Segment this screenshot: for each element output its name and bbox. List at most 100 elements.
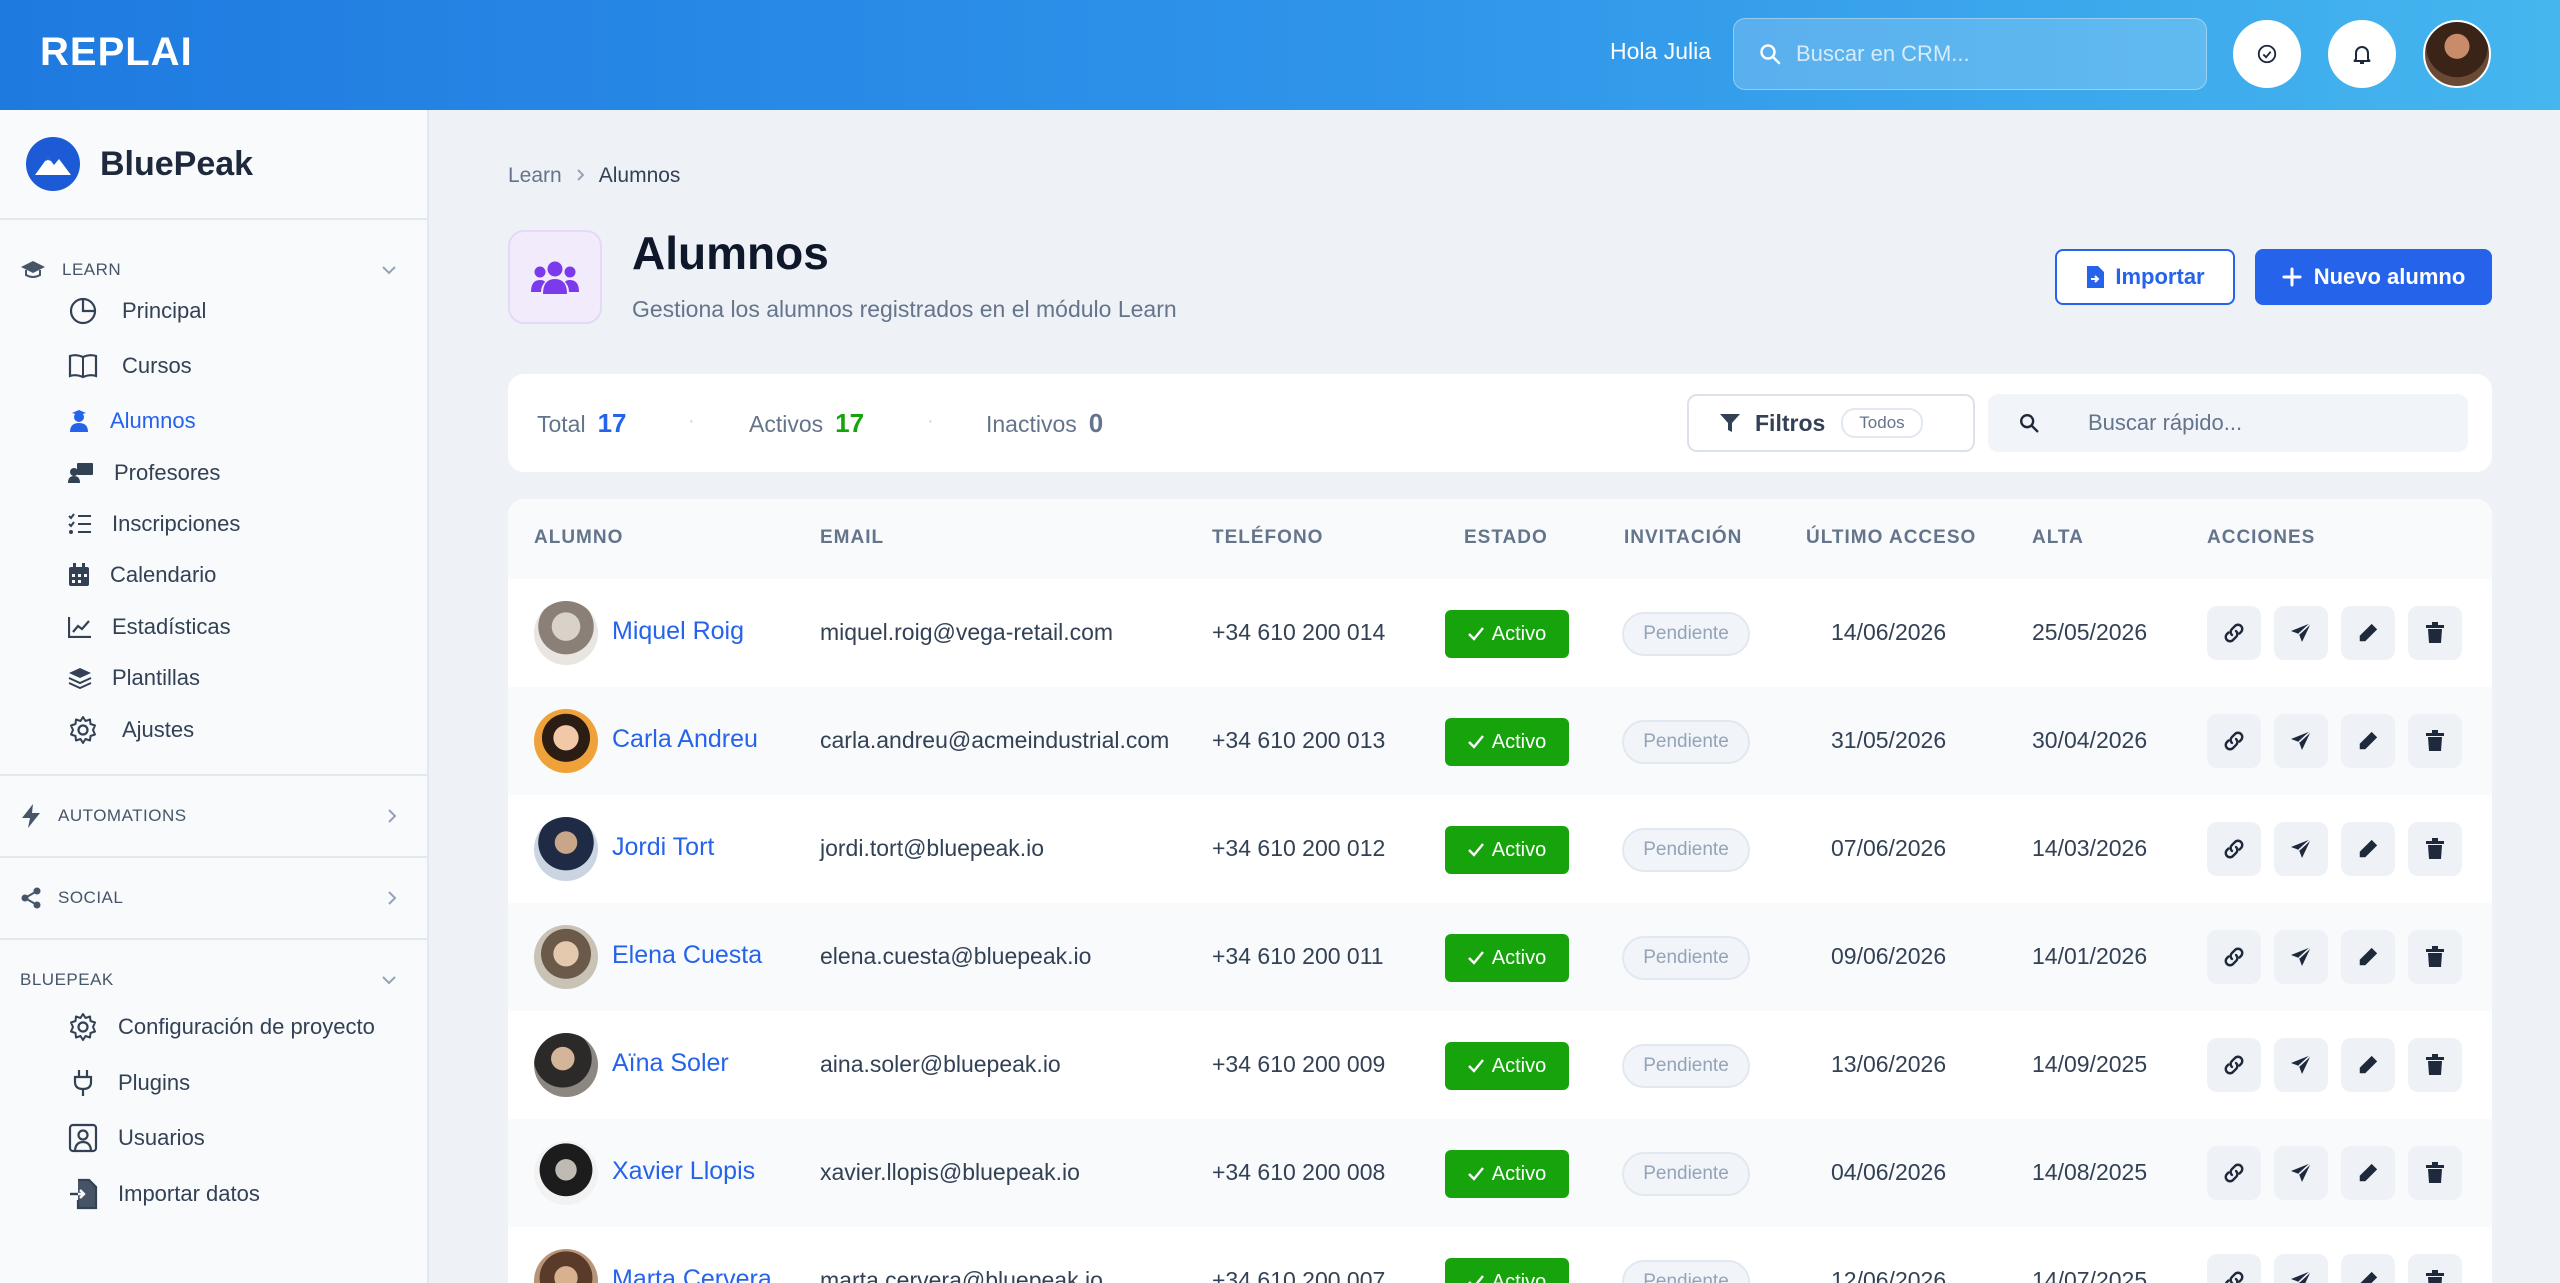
send-invite-button[interactable]: [2274, 1146, 2328, 1200]
last-access-date: 14/06/2026: [1831, 619, 1947, 645]
header-email[interactable]: EMAIL: [820, 527, 884, 549]
sidebar-item-estadisticas[interactable]: Estadísticas: [68, 614, 231, 640]
sidebar-item-alumnos[interactable]: Alumnos: [68, 408, 196, 434]
section-bluepeak[interactable]: BLUEPEAK: [0, 960, 427, 1000]
tasks-button[interactable]: [2233, 20, 2301, 88]
sidebar-item-label: Ajustes: [122, 717, 195, 742]
header-alta[interactable]: ALTA: [2032, 527, 2084, 549]
sidebar-item-label: Calendario: [110, 562, 217, 587]
header-invitacion[interactable]: INVITACIÓN: [1624, 527, 1742, 549]
sidebar-brand[interactable]: BluePeak: [0, 110, 427, 220]
edit-button[interactable]: [2341, 1038, 2395, 1092]
sidebar-item-calendario[interactable]: Calendario: [68, 562, 216, 588]
quick-search-input[interactable]: [2088, 410, 2428, 436]
search-icon: [2020, 414, 2039, 433]
send-invite-button[interactable]: [2274, 1038, 2328, 1092]
sidebar-item-plugins[interactable]: Plugins: [68, 1068, 190, 1098]
send-invite-button[interactable]: [2274, 822, 2328, 876]
edit-button[interactable]: [2341, 822, 2395, 876]
signup-date: 14/07/2025: [2032, 1267, 2148, 1283]
student-name-link[interactable]: Jordi Tort: [612, 833, 714, 862]
sidebar-item-importar-datos[interactable]: Importar datos: [68, 1178, 260, 1210]
header-estado[interactable]: ESTADO: [1464, 527, 1548, 549]
edit-button[interactable]: [2341, 714, 2395, 768]
copy-link-button[interactable]: [2207, 1254, 2261, 1283]
delete-button[interactable]: [2408, 930, 2462, 984]
edit-button[interactable]: [2341, 930, 2395, 984]
copy-link-button[interactable]: [2207, 714, 2261, 768]
crm-search[interactable]: [1733, 18, 2207, 90]
student-name-link[interactable]: Miquel Roig: [612, 617, 744, 646]
edit-button[interactable]: [2341, 1146, 2395, 1200]
student-name-link[interactable]: Aïna Soler: [612, 1049, 729, 1078]
sidebar-item-principal[interactable]: Principal: [68, 296, 206, 326]
delete-button[interactable]: [2408, 822, 2462, 876]
student-phone: +34 610 200 012: [1212, 835, 1386, 861]
student-name-link[interactable]: Marta Cervera: [612, 1265, 772, 1283]
copy-link-button[interactable]: [2207, 822, 2261, 876]
header-alumno[interactable]: ALUMNO: [534, 527, 623, 549]
send-invite-button[interactable]: [2274, 930, 2328, 984]
section-automations[interactable]: AUTOMATIONS: [0, 796, 427, 836]
send-invite-button[interactable]: [2274, 714, 2328, 768]
sidebar-item-ajustes[interactable]: Ajustes: [68, 715, 194, 745]
sidebar-item-profesores[interactable]: Profesores: [68, 460, 220, 486]
sidebar-item-inscripciones[interactable]: Inscripciones: [68, 511, 240, 537]
sidebar-item-configuracion[interactable]: Configuración de proyecto: [68, 1012, 375, 1042]
header-ultimo-acceso[interactable]: ÚLTIMO ACCESO: [1806, 527, 1976, 549]
edit-button[interactable]: [2341, 606, 2395, 660]
student-icon: [70, 410, 88, 432]
section-social[interactable]: SOCIAL: [0, 878, 427, 918]
app-logo[interactable]: REPLAI: [40, 30, 193, 75]
student-name-link[interactable]: Xavier Llopis: [612, 1157, 755, 1186]
top-bar: REPLAI Hola Julia: [0, 0, 2560, 110]
sidebar-item-plantillas[interactable]: Plantillas: [68, 665, 200, 691]
stat-label: Total: [537, 411, 586, 437]
last-access-date: 07/06/2026: [1831, 835, 1947, 861]
delete-button[interactable]: [2408, 714, 2462, 768]
link-icon: [2222, 1269, 2246, 1283]
sidebar-item-label: Importar datos: [118, 1181, 260, 1206]
quick-search[interactable]: [1988, 394, 2468, 452]
filters-button[interactable]: Filtros Todos: [1687, 394, 1975, 452]
status-label: Activo: [1491, 1270, 1547, 1283]
link-icon: [2222, 729, 2246, 753]
crm-search-input[interactable]: [1796, 41, 2176, 67]
send-invite-button[interactable]: [2274, 606, 2328, 660]
breadcrumb-parent[interactable]: Learn: [508, 164, 562, 188]
student-email: aina.soler@bluepeak.io: [820, 1051, 1061, 1077]
copy-link-button[interactable]: [2207, 1038, 2261, 1092]
sidebar-item-label: Configuración de proyecto: [118, 1014, 375, 1039]
delete-button[interactable]: [2408, 606, 2462, 660]
send-icon: [2289, 621, 2313, 645]
student-email: jordi.tort@bluepeak.io: [820, 835, 1045, 861]
separator: ·: [688, 410, 695, 432]
chevron-down-icon: [382, 976, 396, 985]
edit-icon: [2357, 1054, 2379, 1076]
sidebar-item-usuarios[interactable]: Usuarios: [68, 1123, 205, 1153]
delete-button[interactable]: [2408, 1146, 2462, 1200]
table-row: Miquel Roig miquel.roig@vega-retail.com +3…: [508, 579, 2492, 687]
copy-link-button[interactable]: [2207, 606, 2261, 660]
status-badge: Activo: [1445, 934, 1569, 982]
notifications-button[interactable]: [2328, 20, 2396, 88]
sidebar-item-cursos[interactable]: Cursos: [68, 352, 192, 380]
copy-link-button[interactable]: [2207, 1146, 2261, 1200]
student-name-link[interactable]: Carla Andreu: [612, 725, 758, 754]
status-badge: Activo: [1445, 1150, 1569, 1198]
send-icon: [2289, 729, 2313, 753]
new-student-button[interactable]: Nuevo alumno: [2255, 249, 2492, 305]
edit-icon: [2357, 838, 2379, 860]
student-name-link[interactable]: Elena Cuesta: [612, 941, 762, 970]
delete-button[interactable]: [2408, 1038, 2462, 1092]
edit-button[interactable]: [2341, 1254, 2395, 1283]
section-learn[interactable]: LEARN: [0, 250, 427, 290]
header-telefono[interactable]: TELÉFONO: [1212, 527, 1323, 549]
import-button[interactable]: Importar: [2055, 249, 2235, 305]
user-avatar[interactable]: [2423, 20, 2491, 88]
edit-icon: [2357, 1270, 2379, 1283]
status-label: Activo: [1491, 838, 1547, 861]
copy-link-button[interactable]: [2207, 930, 2261, 984]
delete-button[interactable]: [2408, 1254, 2462, 1283]
send-invite-button[interactable]: [2274, 1254, 2328, 1283]
